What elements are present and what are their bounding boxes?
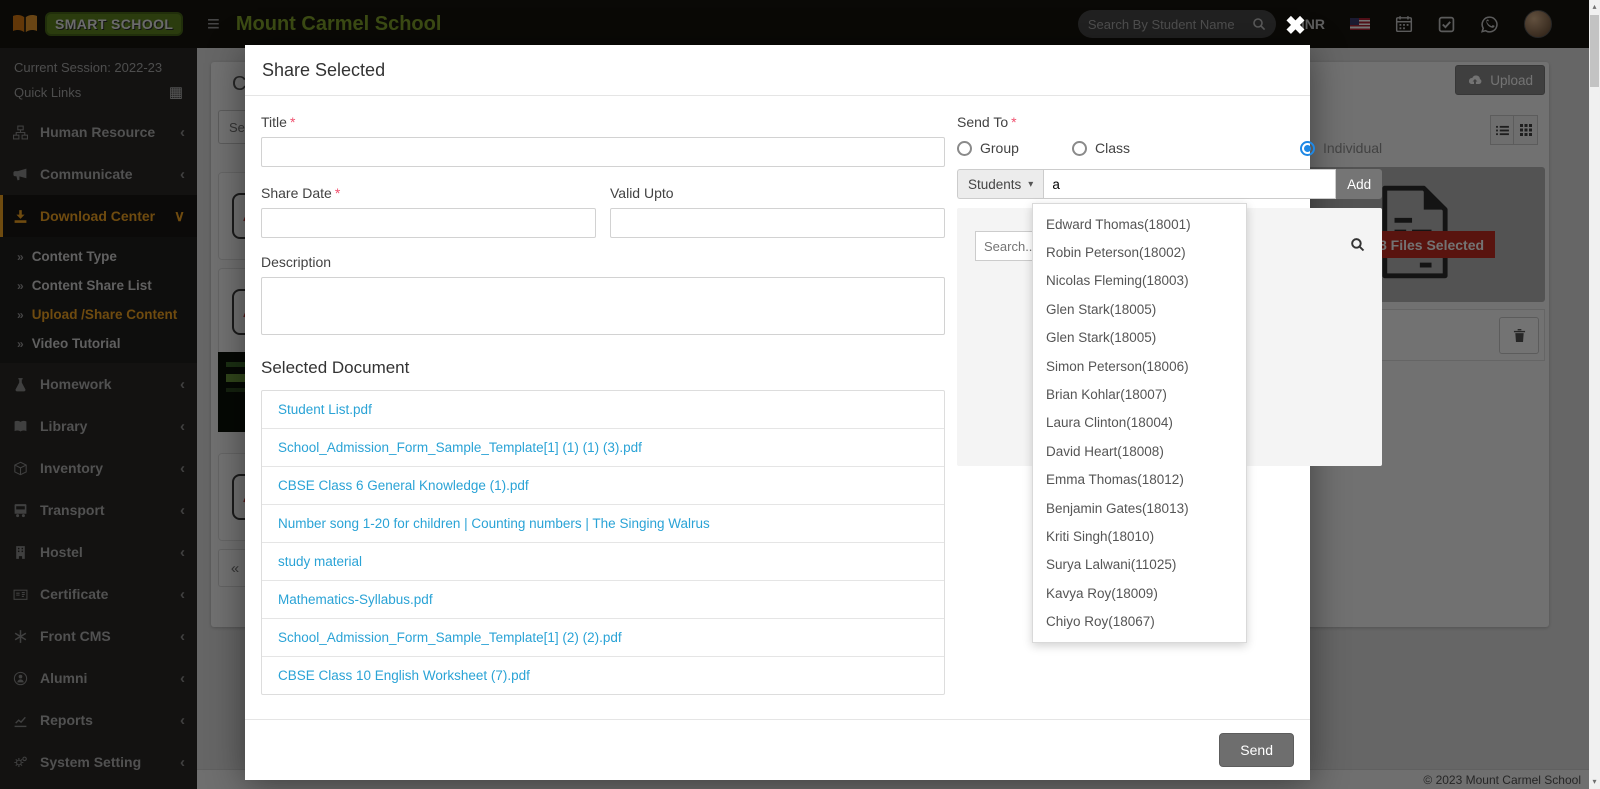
- students-dropdown-button[interactable]: Students ▾: [957, 169, 1044, 199]
- description-label: Description: [261, 254, 332, 270]
- valid-upto-input[interactable]: [610, 208, 945, 238]
- send-to-label: Send To: [957, 114, 1009, 130]
- valid-upto-label: Valid Upto: [610, 185, 674, 201]
- student-suggestion[interactable]: David Heart(18008): [1033, 437, 1246, 465]
- selected-document-heading: Selected Document: [261, 358, 410, 377]
- student-suggestion[interactable]: Emma Thomas(18012): [1033, 466, 1246, 494]
- required-marker: *: [334, 185, 341, 201]
- modal-body: Title * Share Date * Valid Upto Descript…: [245, 96, 1383, 719]
- document-link[interactable]: CBSE Class 10 English Worksheet (7).pdf: [262, 657, 944, 694]
- student-suggestion[interactable]: Chiyo Roy(18067): [1033, 608, 1246, 636]
- scrollbar[interactable]: ▴ ▾: [1589, 0, 1600, 789]
- document-link[interactable]: study material: [262, 543, 944, 581]
- selected-document-list: Student List.pdf School_Admission_Form_S…: [261, 390, 945, 695]
- document-link[interactable]: School_Admission_Form_Sample_Template[1]…: [262, 429, 944, 467]
- share-date-label: Share Date: [261, 185, 332, 201]
- modal-footer: Send: [245, 719, 1310, 780]
- required-marker: *: [1011, 114, 1017, 130]
- student-suggestion[interactable]: Glen Stark(18005): [1033, 324, 1246, 352]
- radio-circle-icon: [1072, 140, 1087, 156]
- radio-circle-icon: [957, 140, 972, 156]
- search-icon[interactable]: [1350, 237, 1365, 257]
- student-suggestion[interactable]: Benjamin Gates(18013): [1033, 494, 1246, 522]
- radio-selected-icon: [1300, 140, 1315, 156]
- student-suggestion[interactable]: Robin Peterson(18002): [1033, 238, 1246, 266]
- document-link[interactable]: CBSE Class 6 General Knowledge (1).pdf: [262, 467, 944, 505]
- title-input[interactable]: [261, 137, 945, 167]
- document-link[interactable]: Number song 1-20 for children | Counting…: [262, 505, 944, 543]
- radio-individual[interactable]: Individual: [1300, 140, 1382, 156]
- student-suggestion[interactable]: Kriti Singh(18010): [1033, 522, 1246, 550]
- send-to-radio-group: Group Class Individual: [957, 140, 1382, 156]
- document-link[interactable]: Student List.pdf: [262, 391, 944, 429]
- add-button[interactable]: Add: [1336, 169, 1383, 199]
- student-suggestion[interactable]: Brian Kohlar(18007): [1033, 380, 1246, 408]
- student-suggestion[interactable]: Simon Peterson(18006): [1033, 352, 1246, 380]
- student-suggestions-dropdown: Edward Thomas(18001) Robin Peterson(1800…: [1032, 203, 1247, 644]
- send-button[interactable]: Send: [1219, 733, 1294, 767]
- student-suggestion[interactable]: Glen Stark(18005): [1033, 295, 1246, 323]
- radio-class[interactable]: Class: [1072, 140, 1187, 156]
- share-date-input[interactable]: [261, 208, 596, 238]
- required-marker: *: [289, 114, 296, 130]
- student-add-group: Students ▾ Add: [957, 169, 1383, 199]
- scroll-down-icon[interactable]: ▾: [1589, 777, 1600, 786]
- student-suggestion[interactable]: Edward Thomas(18001): [1033, 210, 1246, 238]
- close-icon[interactable]: ✖: [1285, 14, 1306, 39]
- scroll-up-icon[interactable]: ▴: [1589, 2, 1600, 11]
- title-label: Title: [261, 114, 287, 130]
- share-selected-modal: Share Selected Title * Share Date * Valid …: [245, 45, 1383, 780]
- description-textarea[interactable]: [261, 277, 945, 335]
- student-suggestion[interactable]: Kavya Roy(18009): [1033, 579, 1246, 607]
- caret-down-icon: ▾: [1028, 178, 1034, 190]
- student-suggestion[interactable]: Surya Lalwani(11025): [1033, 551, 1246, 579]
- document-link[interactable]: School_Admission_Form_Sample_Template[1]…: [262, 619, 944, 657]
- document-link[interactable]: Mathematics-Syllabus.pdf: [262, 581, 944, 619]
- scrollbar-thumb[interactable]: [1590, 15, 1599, 87]
- student-suggestion[interactable]: Nicolas Fleming(18003): [1033, 267, 1246, 295]
- student-suggestion[interactable]: Laura Clinton(18004): [1033, 409, 1246, 437]
- student-query-input[interactable]: [1043, 169, 1337, 199]
- modal-title: Share Selected: [245, 45, 1310, 96]
- radio-group[interactable]: Group: [957, 140, 1072, 156]
